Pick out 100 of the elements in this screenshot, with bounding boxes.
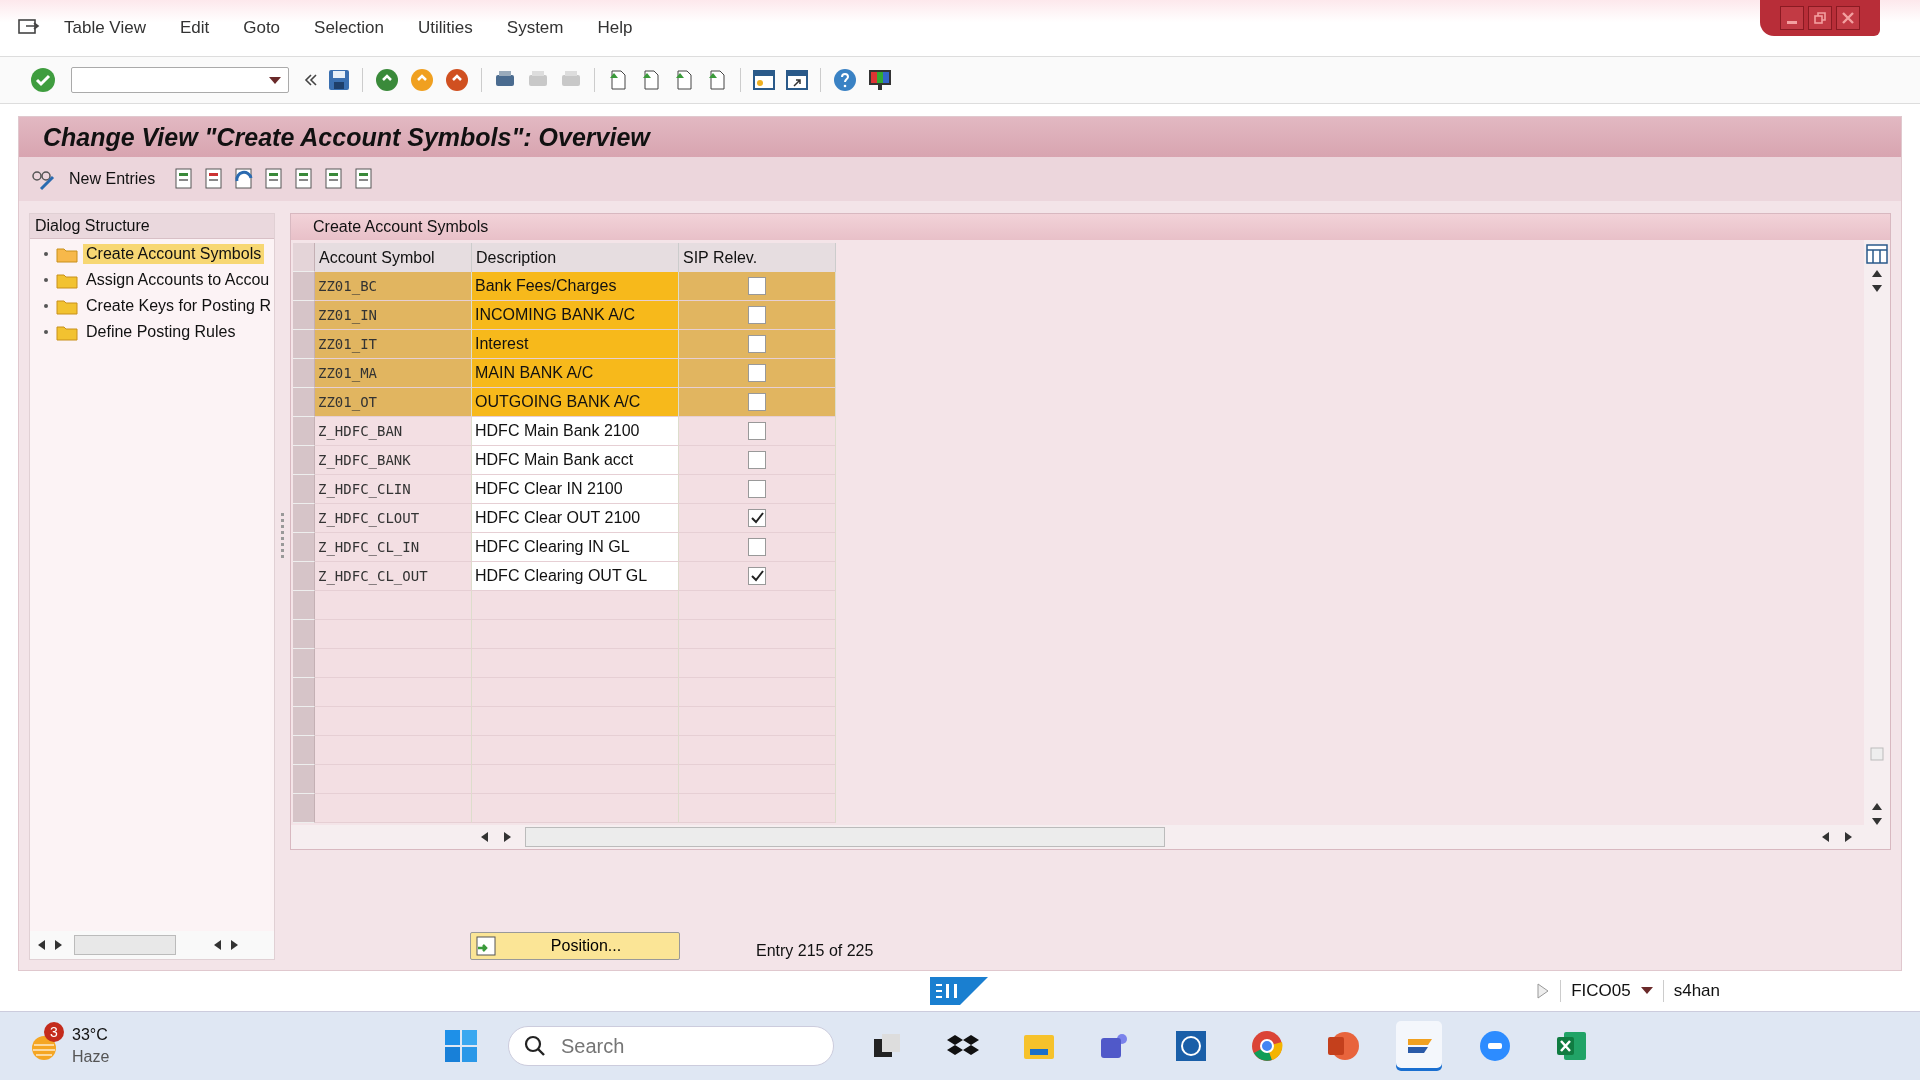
close-icon: [1841, 11, 1855, 25]
tree-item[interactable]: Assign Accounts to Accou: [83, 270, 273, 290]
save-icon[interactable]: [327, 68, 351, 92]
scrollbar-thumb[interactable]: [525, 827, 1165, 847]
table-cell: Z_HDFC_CL_IN: [315, 533, 472, 562]
checkbox[interactable]: [748, 509, 766, 527]
checkbox[interactable]: [748, 306, 766, 324]
menu-item[interactable]: Help: [597, 18, 633, 38]
panel-header: Dialog Structure: [30, 214, 274, 239]
table-cell: ZZ01_MA: [315, 359, 472, 388]
checkbox[interactable]: [748, 451, 766, 469]
menu-icon[interactable]: [18, 19, 40, 37]
command-field[interactable]: [71, 67, 289, 93]
menu-item[interactable]: Edit: [179, 18, 210, 38]
panel-header: Create Account Symbols: [291, 214, 1890, 240]
splitter-handle[interactable]: [281, 513, 284, 558]
column-header[interactable]: Account Symbol: [315, 243, 472, 272]
dropdown-icon[interactable]: [268, 75, 282, 85]
table-cell: OUTGOING BANK A/C: [472, 388, 679, 417]
shortcut-window-icon[interactable]: [785, 68, 809, 92]
table-cell: MAIN BANK A/C: [472, 359, 679, 388]
bullet-icon: [44, 304, 48, 308]
folder-icon: [56, 297, 78, 315]
folder-icon: [56, 245, 78, 263]
table-cell: Z_HDFC_CLIN: [315, 475, 472, 504]
scroll-up-icon[interactable]: [1872, 803, 1882, 811]
table-cell: HDFC Clearing OUT GL: [472, 562, 679, 591]
scroll-right-icon[interactable]: [54, 940, 62, 950]
minimize-icon: [1787, 20, 1797, 24]
checkbox[interactable]: [748, 538, 766, 556]
scroll-down-icon[interactable]: [1872, 284, 1882, 292]
temperature: 33°C: [72, 1026, 109, 1044]
monitor-icon[interactable]: [867, 67, 893, 93]
table-cell: Z_HDFC_BAN: [315, 417, 472, 446]
table-cell: Bank Fees/Charges: [472, 272, 679, 301]
checkbox[interactable]: [748, 277, 766, 295]
start-icon[interactable]: [444, 1029, 478, 1063]
column-settings-icon[interactable]: [1866, 244, 1888, 264]
checkbox[interactable]: [748, 335, 766, 353]
scrollbar-thumb[interactable]: [74, 935, 176, 955]
position-icon: [475, 936, 497, 956]
table-cell: HDFC Main Bank acct: [472, 446, 679, 475]
checkbox[interactable]: [748, 393, 766, 411]
menu-item[interactable]: Utilities: [418, 18, 473, 38]
close-button[interactable]: [1836, 6, 1860, 30]
help-icon[interactable]: [832, 67, 858, 93]
checkbox[interactable]: [748, 364, 766, 382]
bullet-icon: [44, 252, 48, 256]
menu-item[interactable]: Table View: [64, 18, 146, 38]
play-triangle-icon[interactable]: [1536, 982, 1551, 1000]
tree-item[interactable]: Create Account Symbols: [83, 244, 265, 264]
collapse-icon[interactable]: [304, 73, 318, 87]
restore-button[interactable]: [1808, 6, 1832, 30]
scroll-up-icon[interactable]: [1872, 270, 1882, 278]
scroll-left-icon[interactable]: [38, 940, 46, 950]
table-cell: HDFC Main Bank 2100: [472, 417, 679, 446]
table-cell: Z_HDFC_CL_OUT: [315, 562, 472, 591]
column-header[interactable]: SIP Relev.: [679, 243, 836, 272]
table-cell: ZZ01_IT: [315, 330, 472, 359]
search-field[interactable]: Search: [508, 1026, 834, 1066]
up-icon[interactable]: [409, 67, 435, 93]
scrollbar-grip-icon[interactable]: [1870, 747, 1884, 761]
new-window-icon[interactable]: [752, 68, 776, 92]
table-cell: HDFC Clearing IN GL: [472, 533, 679, 562]
menu-item[interactable]: System: [506, 18, 564, 38]
scroll-left-icon[interactable]: [481, 832, 489, 842]
sap-app-icon[interactable]: [1396, 1021, 1442, 1071]
table-cell: ZZ01_IN: [315, 301, 472, 330]
folder-icon: [56, 323, 78, 341]
scroll-left-icon[interactable]: [214, 940, 222, 950]
checkbox[interactable]: [748, 567, 766, 585]
enter-check-icon[interactable]: [30, 67, 56, 93]
table-cell: INCOMING BANK A/C: [472, 301, 679, 330]
dropdown-icon[interactable]: [1640, 987, 1653, 995]
menu-item[interactable]: Goto: [243, 18, 281, 38]
system-name: s4han: [1673, 981, 1720, 1001]
tree-item[interactable]: Create Keys for Posting R: [83, 296, 274, 316]
notification-badge: 3: [44, 1022, 64, 1042]
minimize-button[interactable]: [1780, 6, 1804, 30]
folder-icon: [56, 271, 78, 289]
position-button[interactable]: Position...: [470, 932, 680, 960]
scroll-left-icon[interactable]: [1822, 832, 1830, 842]
table-cell: ZZ01_OT: [315, 388, 472, 417]
column-header[interactable]: Description: [472, 243, 679, 272]
menu-item[interactable]: Selection: [314, 18, 384, 38]
checkbox[interactable]: [748, 422, 766, 440]
table-cell: ZZ01_BC: [315, 272, 472, 301]
weather-condition: Haze: [72, 1048, 110, 1066]
table-cell: HDFC Clear IN 2100: [472, 475, 679, 504]
scroll-right-icon[interactable]: [1844, 832, 1852, 842]
search-icon: [524, 1035, 546, 1057]
transaction-code: FICO05: [1571, 981, 1631, 1001]
scroll-right-icon[interactable]: [230, 940, 238, 950]
table-cell: Z_HDFC_BANK: [315, 446, 472, 475]
new-entries-button[interactable]: New Entries: [65, 168, 160, 190]
table-cell: Z_HDFC_CLOUT: [315, 504, 472, 533]
checkbox[interactable]: [748, 480, 766, 498]
scroll-right-icon[interactable]: [503, 832, 511, 842]
entry-count: Entry 215 of 225: [756, 942, 874, 960]
tree-item[interactable]: Define Posting Rules: [83, 322, 239, 342]
